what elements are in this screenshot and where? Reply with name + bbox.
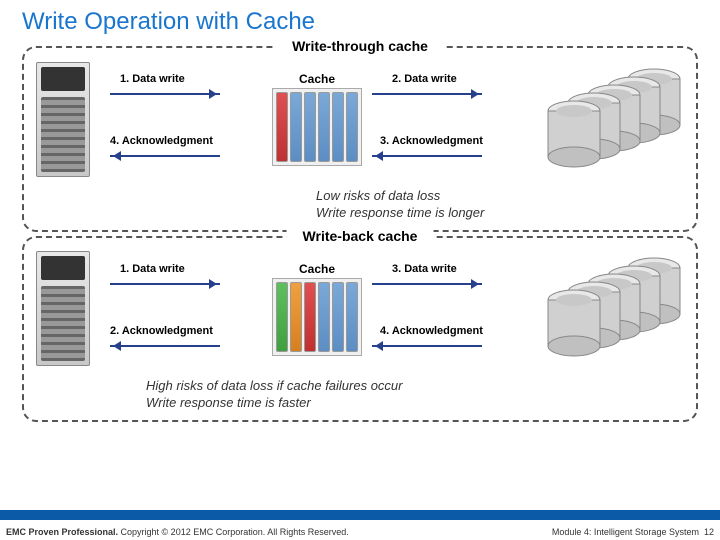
wb-step1-label: 1. Data write [120,263,185,275]
wt-summary: Low risks of data loss Write response ti… [36,188,684,222]
cache-label: Cache [272,262,362,276]
wb-diagram: 1. Data write 2. Acknowledgment Cache 3.… [36,244,684,374]
write-back-section: Write-back cache 1. Data write 2. Acknow… [22,236,698,422]
wb-step3-label: 3. Data write [392,263,457,275]
wb-step4-label: 4. Acknowledgment [380,325,483,337]
wt-step3-label: 3. Acknowledgment [380,135,483,147]
section-label-wb: Write-back cache [287,228,434,244]
arrow-right-icon [372,283,482,285]
footer-module: Module 4: Intelligent Storage System [552,527,699,537]
wb-cache: Cache [272,262,362,356]
slide-title: Write Operation with Cache [0,0,720,42]
wb-summary-line1: High risks of data loss if cache failure… [146,378,684,395]
footer-accent-bar [0,510,720,520]
arrow-left-icon [110,345,220,347]
wt-diagram: 1. Data write 4. Acknowledgment Cache 2.… [36,54,684,184]
disk-array-icon [544,256,684,361]
arrow-right-icon [372,93,482,95]
wt-summary-line1: Low risks of data loss [316,188,684,205]
wt-cache: Cache [272,72,362,166]
wb-right-arrows: 3. Data write 4. Acknowledgment [362,249,544,369]
arrow-right-icon [110,93,220,95]
server-icon [36,251,90,366]
arrow-left-icon [372,155,482,157]
footer-brand: EMC Proven Professional. [6,527,118,537]
arrow-left-icon [372,345,482,347]
write-through-section: Write-through cache 1. Data write 4. Ack… [22,46,698,232]
wt-step4-label: 4. Acknowledgment [110,135,213,147]
wb-summary: High risks of data loss if cache failure… [36,378,684,412]
wt-step2-label: 2. Data write [392,73,457,85]
cache-icon [272,278,362,356]
footer-right: Module 4: Intelligent Storage System 12 [552,527,714,537]
arrow-left-icon [110,155,220,157]
footer-page: 12 [704,527,714,537]
wt-left-arrows: 1. Data write 4. Acknowledgment [90,59,272,179]
wt-step1-label: 1. Data write [120,73,185,85]
section-label-wt: Write-through cache [276,38,444,54]
wb-left-arrows: 1. Data write 2. Acknowledgment [90,249,272,369]
wt-summary-line2: Write response time is longer [316,205,684,222]
wt-right-arrows: 2. Data write 3. Acknowledgment [362,59,544,179]
wb-step2-label: 2. Acknowledgment [110,325,213,337]
footer-copyright: Copyright © 2012 EMC Corporation. All Ri… [118,527,349,537]
cache-label: Cache [272,72,362,86]
arrow-right-icon [110,283,220,285]
cache-icon [272,88,362,166]
footer: EMC Proven Professional. Copyright © 201… [0,527,720,537]
disk-array-icon [544,67,684,172]
wb-summary-line2: Write response time is faster [146,395,684,412]
server-icon [36,62,90,177]
footer-left: EMC Proven Professional. Copyright © 201… [6,527,349,537]
